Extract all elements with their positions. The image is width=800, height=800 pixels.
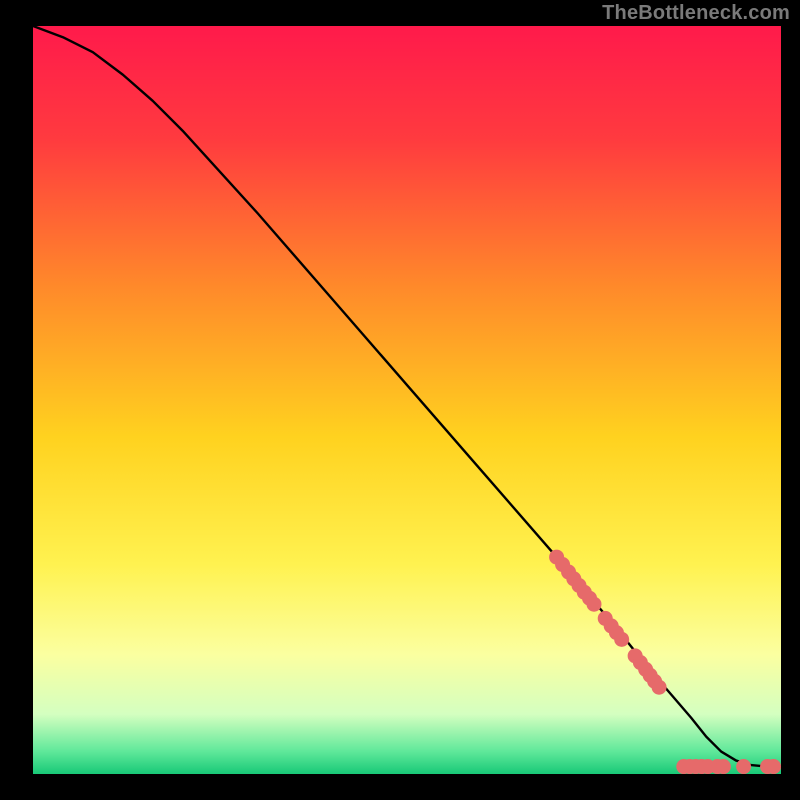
- data-marker: [736, 759, 751, 774]
- data-marker: [716, 759, 731, 774]
- data-marker: [766, 759, 781, 774]
- data-marker: [614, 632, 629, 647]
- plot-area: [33, 26, 781, 774]
- chart-svg: [33, 26, 781, 774]
- attribution-label: TheBottleneck.com: [602, 2, 790, 25]
- data-marker: [652, 680, 667, 695]
- chart-stage: TheBottleneck.com: [0, 0, 800, 800]
- gradient-background: [33, 26, 781, 774]
- data-marker: [587, 597, 602, 612]
